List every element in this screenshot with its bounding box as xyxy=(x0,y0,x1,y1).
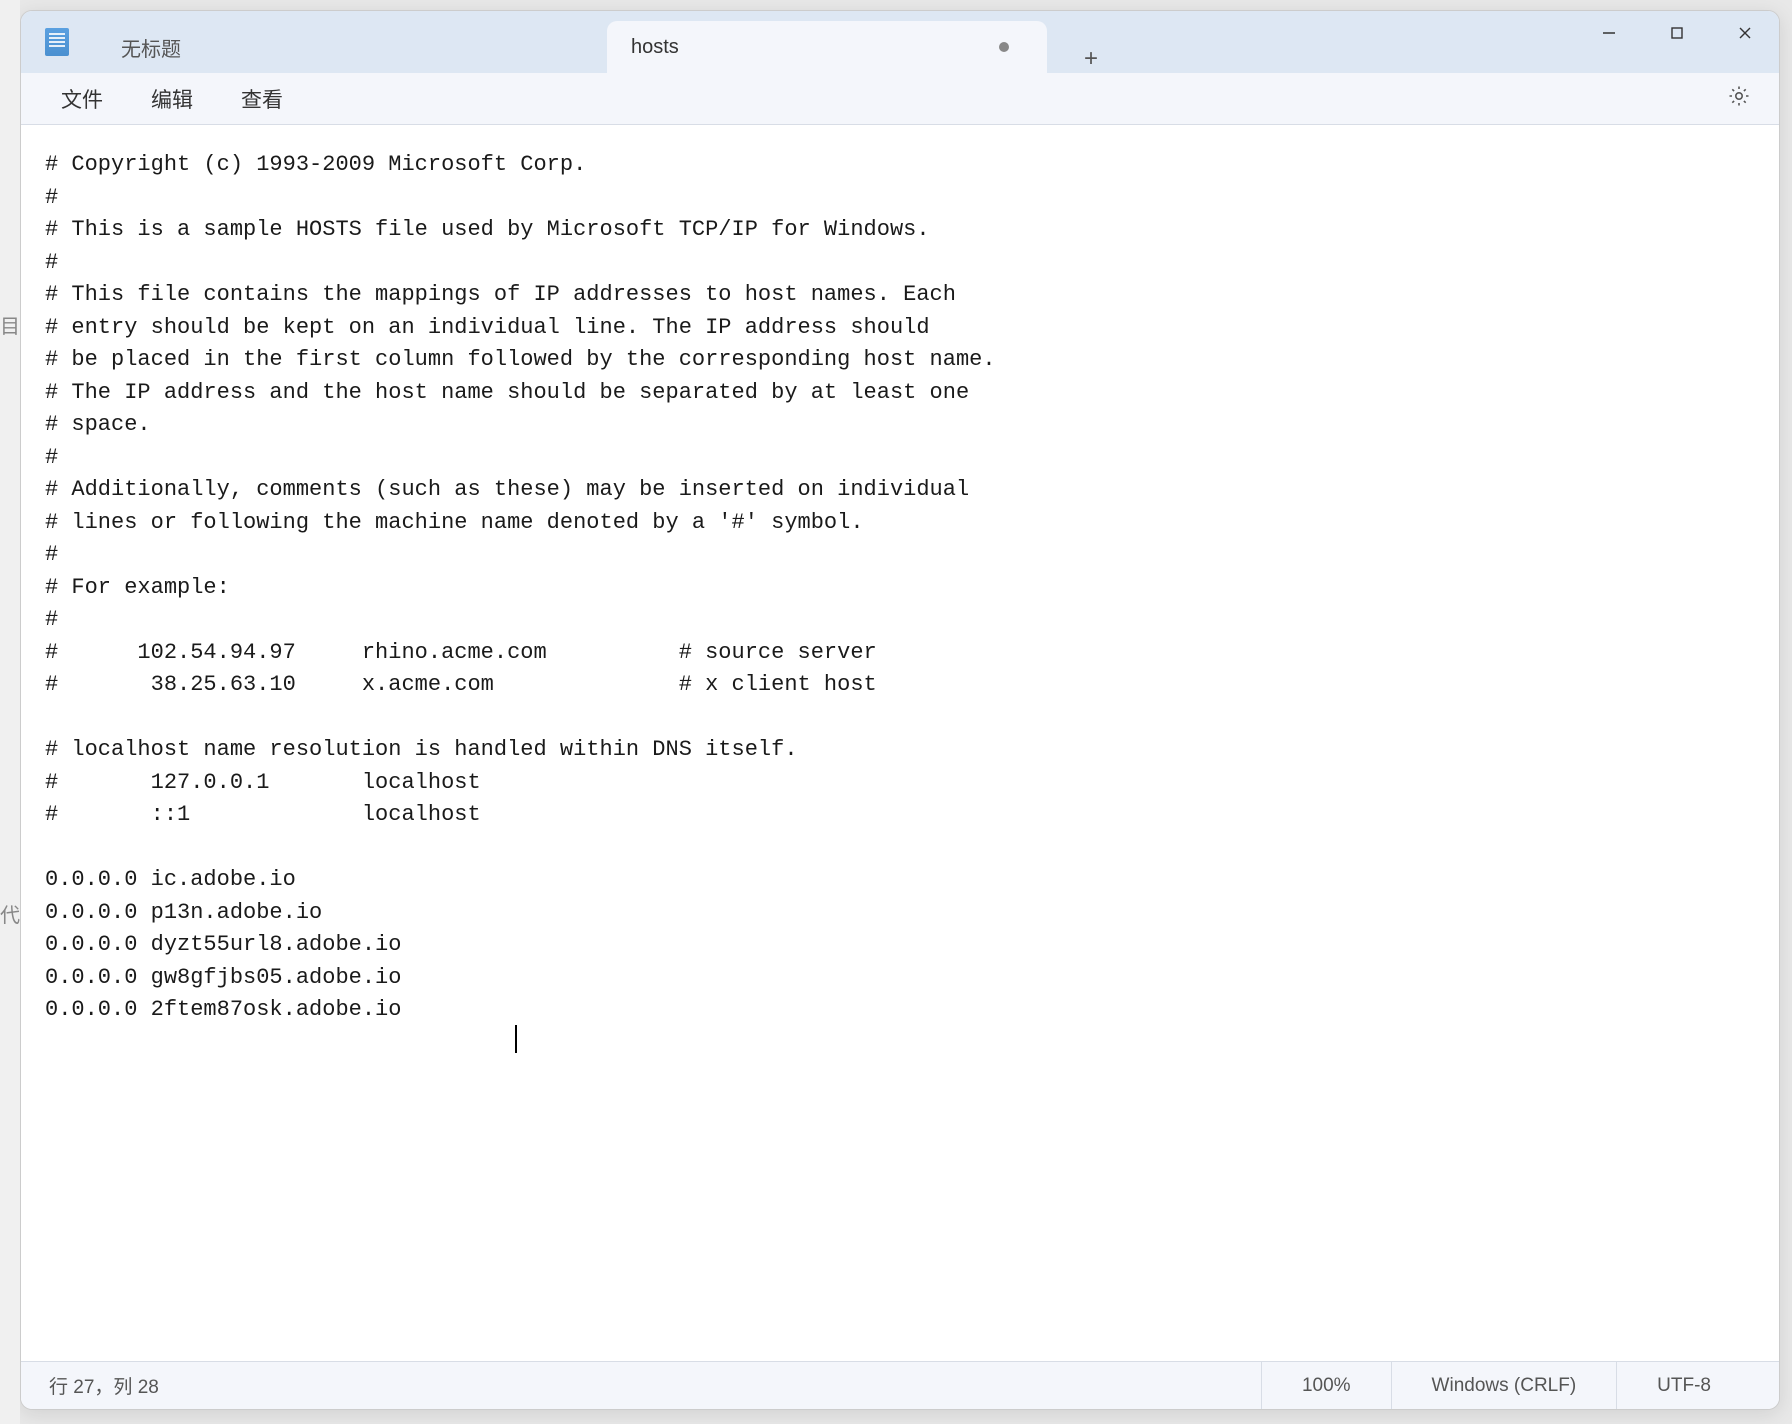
tab-untitled-label: 无标题 xyxy=(121,33,181,62)
menu-edit[interactable]: 编辑 xyxy=(127,76,217,122)
menu-view[interactable]: 查看 xyxy=(217,76,307,122)
maximize-icon xyxy=(1669,25,1685,41)
editor-content: # Copyright (c) 1993-2009 Microsoft Corp… xyxy=(45,152,996,1022)
close-button[interactable] xyxy=(1711,13,1779,53)
tab-hosts[interactable]: hosts xyxy=(607,21,1047,73)
window-controls xyxy=(1575,11,1779,73)
notepad-window: 无标题 hosts + 文件 编辑 查看 xyxy=(20,10,1780,1410)
bg-fragment-2: 代 xyxy=(0,899,20,928)
settings-button[interactable] xyxy=(1715,78,1763,119)
statusbar: 行 27，列 28 100% Windows (CRLF) UTF-8 xyxy=(21,1361,1779,1409)
plus-icon: + xyxy=(1084,45,1098,73)
line-ending[interactable]: Windows (CRLF) xyxy=(1391,1362,1617,1409)
encoding[interactable]: UTF-8 xyxy=(1616,1362,1751,1409)
text-editor[interactable]: # Copyright (c) 1993-2009 Microsoft Corp… xyxy=(21,125,1779,1361)
tab-untitled[interactable]: 无标题 xyxy=(97,21,277,73)
tabs-area: 无标题 hosts + xyxy=(97,11,1575,73)
new-tab-button[interactable]: + xyxy=(1067,45,1115,73)
menubar: 文件 编辑 查看 xyxy=(21,73,1779,125)
cursor-position[interactable]: 行 27，列 28 xyxy=(49,1372,159,1399)
close-icon xyxy=(1737,25,1753,41)
notepad-icon xyxy=(45,28,69,56)
bg-fragment-1: 目 xyxy=(0,310,20,339)
menu-file[interactable]: 文件 xyxy=(37,76,127,122)
titlebar[interactable]: 无标题 hosts + xyxy=(21,11,1779,73)
gear-icon xyxy=(1727,84,1751,108)
modified-indicator-icon xyxy=(999,42,1009,52)
minimize-button[interactable] xyxy=(1575,13,1643,53)
text-cursor-icon xyxy=(515,1025,517,1053)
zoom-level[interactable]: 100% xyxy=(1261,1362,1391,1409)
minimize-icon xyxy=(1601,25,1617,41)
titlebar-left xyxy=(21,11,97,73)
tab-hosts-label: hosts xyxy=(631,36,679,59)
maximize-button[interactable] xyxy=(1643,13,1711,53)
